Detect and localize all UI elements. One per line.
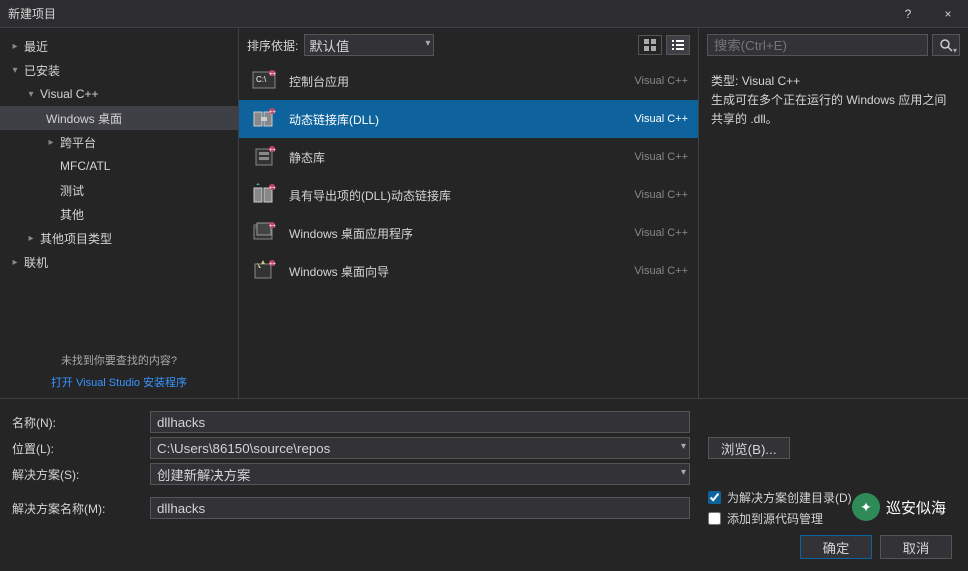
svg-text:++: ++ xyxy=(269,148,277,154)
location-input[interactable] xyxy=(150,437,690,459)
titlebar: 新建项目 ? × xyxy=(0,0,968,28)
center-panel: 排序依据: ▾ C:\++ 控制台应用 Visual C++ xyxy=(238,28,698,398)
chevron-down-icon: ▾ xyxy=(953,46,957,55)
chevron-right-icon: ▸ xyxy=(8,41,22,52)
svg-text:++: ++ xyxy=(269,72,277,78)
chevron-right-icon: ▸ xyxy=(24,233,38,244)
titlebar-controls: ? × xyxy=(888,0,968,28)
create-dir-checkbox[interactable] xyxy=(708,491,721,504)
template-lang: Visual C++ xyxy=(634,189,688,201)
nav-other-project-types[interactable]: ▸ 其他项目类型 xyxy=(0,226,238,250)
template-name: 动态链接库(DLL) xyxy=(289,111,634,128)
list-view-button[interactable] xyxy=(666,35,690,55)
svg-text:++: ++ xyxy=(269,224,277,230)
template-row[interactable]: ++ Windows 桌面应用程序 Visual C++ xyxy=(239,214,698,252)
sort-select[interactable] xyxy=(304,34,434,56)
template-row[interactable]: ++ 具有导出项的(DLL)动态链接库 Visual C++ xyxy=(239,176,698,214)
template-name: 静态库 xyxy=(289,149,634,166)
template-name: 控制台应用 xyxy=(289,73,634,90)
type-label: 类型: xyxy=(711,74,738,88)
windows-app-icon: ++ xyxy=(249,219,279,247)
left-nav: ▸ 最近 ▾ 已安装 ▾ Visual C++ Windows 桌面 ▸ 跨平台… xyxy=(0,28,238,398)
nav-cross-platform[interactable]: ▸ 跨平台 xyxy=(0,130,238,154)
svg-text:++: ++ xyxy=(269,186,277,192)
solution-name-label: 解决方案名称(M): xyxy=(12,500,142,517)
right-header: ▾ xyxy=(699,28,968,62)
template-name: Windows 桌面应用程序 xyxy=(289,225,634,242)
dialog-title: 新建项目 xyxy=(8,5,56,22)
template-description: 类型: Visual C++ 生成可在多个正在运行的 Windows 应用之间共… xyxy=(699,62,968,140)
template-row[interactable]: C:\++ 控制台应用 Visual C++ xyxy=(239,62,698,100)
wizard-icon: ++ xyxy=(249,257,279,285)
cancel-button[interactable]: 取消 xyxy=(880,535,952,559)
template-row[interactable]: ++ 动态链接库(DLL) Visual C++ xyxy=(239,100,698,138)
name-input[interactable] xyxy=(150,411,690,433)
nav-bottom: 未找到你要查找的内容? 打开 Visual Studio 安装程序 xyxy=(0,352,238,390)
chevron-right-icon: ▸ xyxy=(44,137,58,148)
template-lang: Visual C++ xyxy=(634,227,688,239)
solution-label: 解决方案(S): xyxy=(12,466,142,483)
nav-installed[interactable]: ▾ 已安装 xyxy=(0,58,238,82)
main-area: ▸ 最近 ▾ 已安装 ▾ Visual C++ Windows 桌面 ▸ 跨平台… xyxy=(0,28,968,398)
source-control-checkbox[interactable] xyxy=(708,512,721,525)
description-text: 生成可在多个正在运行的 Windows 应用之间共享的 .dll。 xyxy=(711,91,956,129)
template-row[interactable]: ++ 静态库 Visual C++ xyxy=(239,138,698,176)
solution-select[interactable] xyxy=(150,463,690,485)
right-panel: ▾ 类型: Visual C++ 生成可在多个正在运行的 Windows 应用之… xyxy=(698,28,968,398)
template-row[interactable]: ++ Windows 桌面向导 Visual C++ xyxy=(239,252,698,290)
dll-icon: ++ xyxy=(249,105,279,133)
open-installer-link[interactable]: 打开 Visual Studio 安装程序 xyxy=(0,374,238,390)
chevron-right-icon: ▸ xyxy=(8,257,22,268)
close-button[interactable]: × xyxy=(928,0,968,28)
nav-mfc-atl[interactable]: MFC/ATL xyxy=(0,154,238,178)
template-lang: Visual C++ xyxy=(634,113,688,125)
static-lib-icon: ++ xyxy=(249,143,279,171)
search-input[interactable] xyxy=(707,34,928,56)
form-area: 名称(N): 位置(L): ▾ 浏览(B)... 解决方案(S): ▾ 解决方案… xyxy=(0,398,968,571)
ok-button[interactable]: 确定 xyxy=(800,535,872,559)
nav-windows-desktop[interactable]: Windows 桌面 xyxy=(0,106,238,130)
source-control-label: 添加到源代码管理 xyxy=(727,510,823,527)
sort-label: 排序依据: xyxy=(247,37,298,54)
not-found-hint: 未找到你要查找的内容? xyxy=(0,352,238,368)
center-header: 排序依据: ▾ xyxy=(239,28,698,62)
template-lang: Visual C++ xyxy=(634,75,688,87)
grid-view-button[interactable] xyxy=(638,35,662,55)
nav-online[interactable]: ▸ 联机 xyxy=(0,250,238,274)
type-value: Visual C++ xyxy=(742,74,800,88)
browse-button[interactable]: 浏览(B)... xyxy=(708,437,790,459)
template-name: Windows 桌面向导 xyxy=(289,263,634,280)
svg-text:++: ++ xyxy=(269,110,277,116)
template-lang: Visual C++ xyxy=(634,265,688,277)
help-button[interactable]: ? xyxy=(888,0,928,28)
nav-recent[interactable]: ▸ 最近 xyxy=(0,34,238,58)
solution-name-input[interactable] xyxy=(150,497,690,519)
template-name: 具有导出项的(DLL)动态链接库 xyxy=(289,187,634,204)
nav-test[interactable]: 测试 xyxy=(0,178,238,202)
console-app-icon: C:\++ xyxy=(249,67,279,95)
create-dir-label: 为解决方案创建目录(D) xyxy=(727,489,852,506)
nav-visual-cpp[interactable]: ▾ Visual C++ xyxy=(0,82,238,106)
search-button[interactable]: ▾ xyxy=(932,34,960,56)
name-label: 名称(N): xyxy=(12,414,142,431)
svg-text:C:\: C:\ xyxy=(256,75,267,84)
location-label: 位置(L): xyxy=(12,440,142,457)
view-toggle xyxy=(638,35,690,55)
dll-export-icon: ++ xyxy=(249,181,279,209)
template-lang: Visual C++ xyxy=(634,151,688,163)
svg-text:++: ++ xyxy=(269,262,277,268)
button-bar: 确定 取消 xyxy=(12,535,956,563)
chevron-down-icon: ▾ xyxy=(8,65,22,76)
chevron-down-icon: ▾ xyxy=(24,89,38,100)
nav-other[interactable]: 其他 xyxy=(0,202,238,226)
template-list: C:\++ 控制台应用 Visual C++ ++ 动态链接库(DLL) Vis… xyxy=(239,62,698,398)
